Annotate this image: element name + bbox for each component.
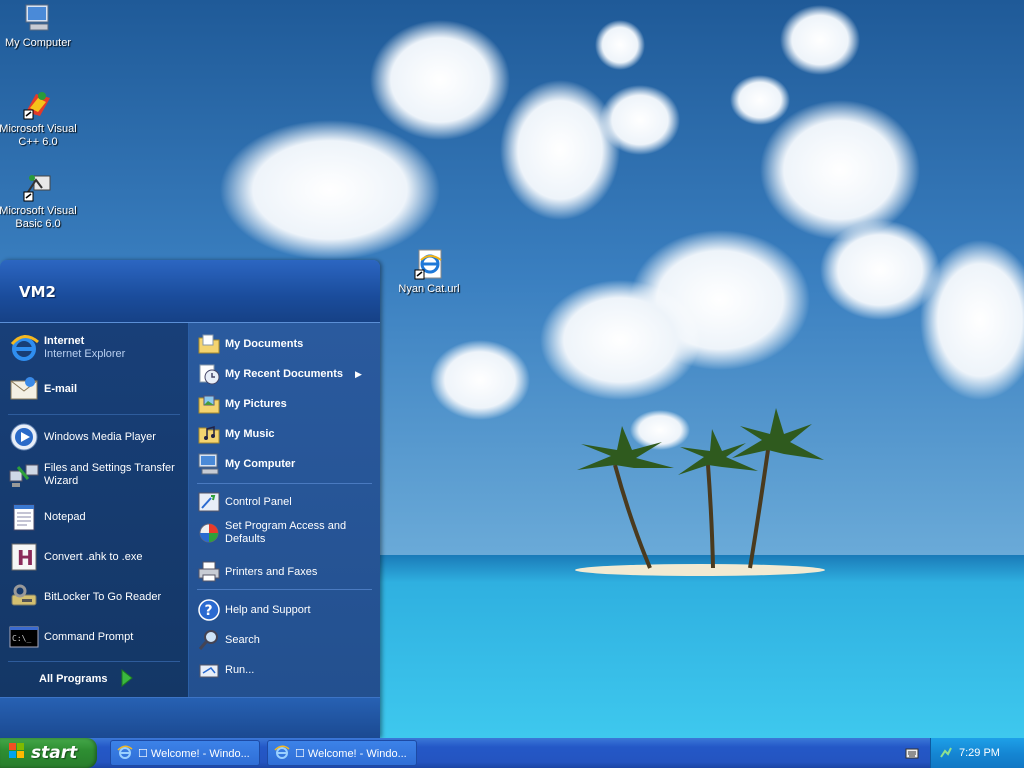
search-item[interactable]: Search [197,628,373,652]
desktop-icon-nyan-cat-url[interactable]: Nyan Cat.url [389,248,469,296]
separator [8,414,180,415]
program-windows-media-player[interactable]: Windows Media Player [8,421,183,453]
taskbar-button-welcome-1[interactable]: ☐ Welcome! - Windo... [110,740,260,766]
program-bitlocker-reader[interactable]: BitLocker To Go Reader [8,581,183,613]
separator [8,661,180,662]
start-menu-header: VM2 [0,260,380,323]
pictures-folder-icon [197,392,221,416]
start-menu-places-pane: My Documents My Recent Documents ▶ My Pi… [189,323,380,697]
email-icon [8,373,40,405]
program-access-icon [197,521,221,545]
windows-logo-icon [8,742,26,765]
place-my-music[interactable]: My Music [197,422,373,446]
clock[interactable]: 7:29 PM [959,747,1000,759]
internet-explorer-icon [117,744,133,763]
program-access-defaults-item[interactable]: Set Program Access and Defaults [197,520,373,546]
program-label: Windows Media Player [44,430,156,443]
desktop-icon-visual-cpp[interactable]: Microsoft Visual C++ 6.0 [0,88,78,149]
bitlocker-icon [8,581,40,613]
help-icon: ? [197,598,221,622]
taskbar-button-welcome-2[interactable]: ☐ Welcome! - Windo... [267,740,417,766]
notepad-icon [8,501,40,533]
program-command-prompt[interactable]: C:\_ Command Prompt [8,621,183,653]
search-icon [197,628,221,652]
program-notepad[interactable]: Notepad [8,501,183,533]
command-prompt-icon: C:\_ [8,621,40,653]
control-panel-item[interactable]: Control Panel [197,490,373,514]
printer-icon [197,560,221,584]
internet-explorer-icon [8,332,40,364]
program-label: BitLocker To Go Reader [44,590,162,603]
start-menu-programs-pane: Internet Internet Explorer E-mail Window… [0,323,189,697]
desktop-icon-my-computer[interactable]: My Computer [0,2,78,50]
all-programs-label: All Programs [39,673,108,685]
network-icon[interactable] [939,745,953,762]
music-folder-icon [197,422,221,446]
program-label: Notepad [44,510,86,523]
help-and-support-item[interactable]: ? Help and Support [197,598,373,622]
arrow-right-icon [121,668,134,690]
place-my-pictures[interactable]: My Pictures [197,392,373,416]
internet-shortcut-icon [414,249,442,280]
my-computer-icon [25,4,49,31]
submenu-arrow-icon: ▶ [354,368,362,379]
all-programs-button[interactable]: All Programs [39,668,149,690]
separator [197,589,372,590]
start-menu-footer [0,697,380,738]
start-menu: VM2 Internet Internet Explorer E-mail Wi… [0,260,380,738]
svg-text:C:\_: C:\_ [12,634,31,643]
separator [197,483,372,484]
keyboard-icon[interactable] [905,746,919,763]
desktop-icon-visual-basic[interactable]: Microsoft Visual Basic 6.0 [0,170,78,231]
place-my-computer[interactable]: My Computer [197,452,373,476]
program-internet-explorer[interactable]: Internet Internet Explorer [8,332,183,364]
program-label: Files and Settings Transfer Wizard [44,462,175,487]
program-email[interactable]: E-mail [8,373,183,405]
media-player-icon [8,421,40,453]
program-convert-ahk[interactable]: H Convert .ahk to .exe [8,541,183,573]
taskbar: start ☐ Welcome! - Windo... ☐ Welcome! -… [0,738,1024,768]
program-label: Command Prompt [44,630,134,643]
program-sublabel: Internet Explorer [44,348,126,360]
transfer-wizard-icon [8,459,40,491]
start-button[interactable]: start [0,738,97,768]
system-tray: 7:29 PM [930,738,1024,768]
program-label: E-mail [44,382,78,395]
program-transfer-wizard[interactable]: Files and Settings Transfer Wizard [8,459,183,491]
printers-and-faxes-item[interactable]: Printers and Faxes [197,560,373,584]
run-icon [197,658,221,682]
ahk-icon: H [8,541,40,573]
user-name: VM2 [19,283,56,301]
control-panel-icon [197,490,221,514]
program-label: Internet [44,335,85,347]
visual-cpp-icon [23,92,50,120]
internet-explorer-icon [274,744,290,763]
svg-text:H: H [17,546,34,570]
place-my-recent-documents[interactable]: My Recent Documents ▶ [197,362,373,386]
recent-documents-icon [197,362,221,386]
place-my-documents[interactable]: My Documents [197,332,373,356]
run-item[interactable]: Run... [197,658,373,682]
my-computer-icon [197,452,221,476]
svg-text:?: ? [205,603,213,619]
documents-folder-icon [197,332,221,356]
program-label: Convert .ahk to .exe [44,550,143,563]
visual-basic-icon [23,175,51,202]
start-label: start [31,743,78,763]
